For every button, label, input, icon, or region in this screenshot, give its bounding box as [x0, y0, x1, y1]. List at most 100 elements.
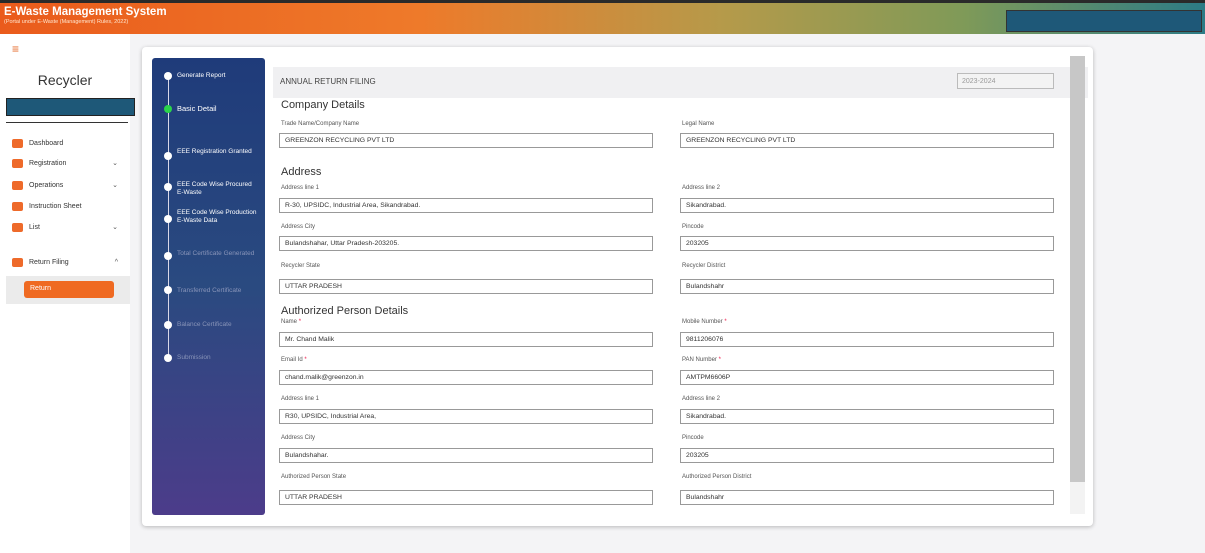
step-dot — [164, 252, 172, 260]
stepper: Generate Report Basic Detail EEE Registr… — [152, 58, 265, 515]
step-eee-registration[interactable]: EEE Registration Granted — [177, 148, 257, 156]
ap-address-line2-label: Address line 2 — [682, 396, 721, 402]
step-dot-active — [164, 105, 172, 113]
ap-district-field[interactable]: Bulandshahr — [680, 490, 1054, 505]
ap-state-field[interactable]: UTTAR PRADESH — [279, 490, 653, 505]
step-dot — [164, 286, 172, 294]
scrollbar-thumb[interactable] — [1070, 56, 1085, 482]
app-subtitle: (Portal under E-Waste (Management) Rules… — [4, 19, 129, 25]
envelope-icon — [12, 158, 23, 168]
sidebar-item-label: Return Filing — [29, 258, 69, 266]
pan-field[interactable]: AMTPM6606P — [680, 370, 1054, 385]
sidebar-subitem-return[interactable]: Return — [24, 281, 114, 298]
address-line1-label: Address line 1 — [281, 185, 320, 191]
chevron-up-icon: ^ — [114, 258, 118, 266]
sidebar-item-dashboard[interactable]: Dashboard — [12, 136, 124, 150]
address-line2-field[interactable]: Sikandrabad. — [680, 198, 1054, 213]
name-label: Name * — [281, 319, 302, 325]
address-line2-label: Address line 2 — [682, 185, 721, 191]
step-basic-detail[interactable]: Basic Detail — [177, 105, 257, 113]
step-generate-report[interactable]: Generate Report — [177, 72, 257, 80]
address-city-label: Address City — [281, 224, 316, 230]
step-dot — [164, 354, 172, 362]
step-dot — [164, 215, 172, 223]
sidebar-item-list[interactable]: List ⌄ — [12, 220, 124, 234]
step-dot — [164, 72, 172, 80]
step-transferred-certificate[interactable]: Transferred Certificate — [177, 287, 257, 295]
folder-icon — [12, 222, 23, 232]
return-icon — [12, 257, 23, 267]
grid-icon — [12, 180, 23, 190]
required-mark: * — [718, 357, 721, 363]
trade-name-label: Trade Name/Company Name — [281, 121, 360, 127]
sidebar-item-label: Instruction Sheet — [29, 202, 82, 210]
section-company-details: Company Details — [281, 99, 365, 111]
sidebar-item-operations[interactable]: Operations ⌄ — [12, 178, 124, 192]
email-label: Email Id * — [281, 357, 307, 363]
pincode-field[interactable]: 203205 — [680, 236, 1054, 251]
year-field[interactable]: 2023-2024 — [957, 73, 1054, 89]
chevron-down-icon: ⌄ — [112, 224, 118, 231]
address-city-field[interactable]: Bulandshahar, Uttar Pradesh-203205. — [279, 236, 653, 251]
ap-pincode-label: Pincode — [682, 435, 704, 441]
divider — [6, 122, 128, 123]
sidebar: ≡ Recycler Dashboard Registration ⌄ Oper… — [0, 34, 135, 553]
chevron-down-icon: ⌄ — [112, 182, 118, 189]
dashboard-icon — [12, 138, 23, 148]
legal-name-label: Legal Name — [682, 121, 715, 127]
name-field[interactable]: Mr. Chand Malik — [279, 332, 653, 347]
ap-district-label: Authorized Person District — [682, 474, 752, 480]
step-dot — [164, 183, 172, 191]
sheet-icon — [12, 201, 23, 211]
sidebar-item-label: Operations — [29, 181, 64, 189]
section-address: Address — [281, 166, 322, 178]
required-mark: * — [304, 357, 307, 363]
sidebar-item-label: Dashboard — [29, 139, 64, 147]
role-title: Recycler — [37, 72, 93, 88]
recycler-district-label: Recycler District — [682, 263, 726, 269]
user-info-block — [6, 98, 135, 116]
app-title: E-Waste Management System — [4, 6, 167, 18]
required-mark: * — [724, 319, 727, 325]
form-title: ANNUAL RETURN FILING — [280, 77, 376, 86]
required-mark: * — [298, 319, 302, 325]
sidebar-item-return-filing[interactable]: Return Filing ^ — [12, 255, 124, 269]
ap-address-line2-field[interactable]: Sikandrabad. — [680, 409, 1054, 424]
trade-name-field[interactable]: GREENZON RECYCLING PVT LTD — [279, 133, 653, 148]
recycler-state-label: Recycler State — [281, 263, 321, 269]
form-header: ANNUAL RETURN FILING 2023-2024 — [273, 67, 1088, 98]
ap-pincode-field[interactable]: 203205 — [680, 448, 1054, 463]
pincode-label: Pincode — [682, 224, 704, 230]
form-scrollbar[interactable] — [1070, 56, 1085, 514]
ap-address-city-field[interactable]: Bulandshahar. — [279, 448, 653, 463]
ap-address-city-label: Address City — [281, 435, 316, 441]
ap-state-label: Authorized Person State — [281, 474, 347, 480]
sidebar-item-label: Registration — [29, 159, 67, 167]
step-submission[interactable]: Submission — [177, 354, 257, 362]
step-dot — [164, 321, 172, 329]
sidebar-item-label: List — [29, 223, 40, 231]
pan-label: PAN Number * — [682, 357, 721, 363]
ap-address-line1-label: Address line 1 — [281, 396, 320, 402]
menu-icon[interactable]: ≡ — [12, 42, 19, 56]
step-balance-certificate[interactable]: Balance Certificate — [177, 321, 257, 329]
sidebar-item-instruction-sheet[interactable]: Instruction Sheet — [12, 199, 124, 213]
step-procured-ewaste[interactable]: EEE Code Wise Procured E-Waste — [177, 181, 257, 197]
mobile-label: Mobile Number * — [682, 319, 727, 325]
step-total-certificate[interactable]: Total Certificate Generated — [177, 250, 257, 258]
mobile-field[interactable]: 9811206076 — [680, 332, 1054, 347]
ap-address-line1-field[interactable]: R30, UPSIDC, Industrial Area, — [279, 409, 653, 424]
top-edge — [0, 0, 1205, 3]
legal-name-field[interactable]: GREENZON RECYCLING PVT LTD — [680, 133, 1054, 148]
step-production-ewaste[interactable]: EEE Code Wise Production E-Waste Data — [177, 209, 257, 225]
recycler-district-field[interactable]: Bulandshahr — [680, 279, 1054, 294]
recycler-state-field[interactable]: UTTAR PRADESH — [279, 279, 653, 294]
top-bar: E-Waste Management System (Portal under … — [0, 0, 1205, 34]
email-field[interactable]: chand.malik@greenzon.in — [279, 370, 653, 385]
step-dot — [164, 152, 172, 160]
address-line1-field[interactable]: R-30, UPSIDC, Industrial Area, Sikandrab… — [279, 198, 653, 213]
section-authorized-person: Authorized Person Details — [281, 305, 409, 317]
chevron-down-icon: ⌄ — [112, 160, 118, 167]
user-menu[interactable] — [1006, 10, 1202, 32]
sidebar-item-registration[interactable]: Registration ⌄ — [12, 156, 124, 170]
